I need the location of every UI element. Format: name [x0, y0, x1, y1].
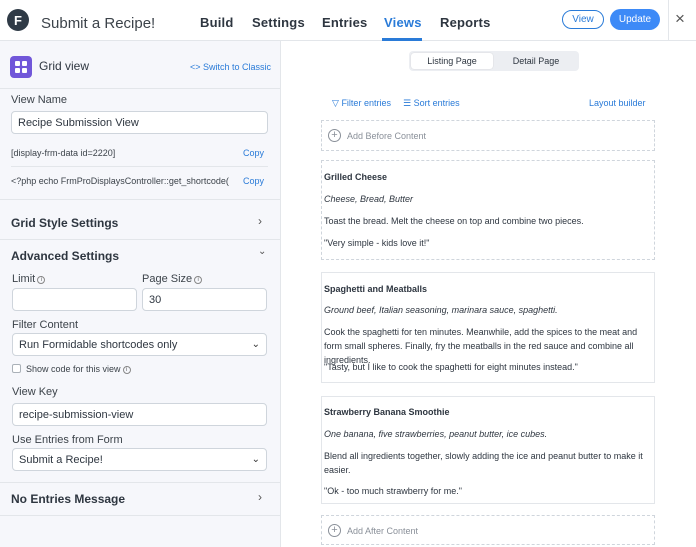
use-entries-value: Submit a Recipe!: [19, 453, 103, 466]
add-before-content-box[interactable]: + Add Before Content: [321, 120, 655, 151]
entry-card[interactable]: Spaghetti and Meatballs Ground beef, Ita…: [321, 272, 655, 383]
sort-icon: ☰: [403, 98, 412, 108]
chevron-down-icon: ⌄: [251, 339, 260, 350]
view-button[interactable]: View: [562, 10, 604, 29]
plus-circle-icon: +: [328, 129, 341, 142]
tab-entries[interactable]: Entries: [322, 15, 367, 30]
close-icon[interactable]: ×: [675, 10, 685, 27]
entry-card[interactable]: Strawberry Banana Smoothie One banana, f…: [321, 396, 655, 504]
filter-entries-label: Filter entries: [341, 98, 391, 108]
filter-content-label: Filter Content: [12, 319, 79, 331]
tab-views[interactable]: Views: [384, 15, 422, 30]
entry-ingredients: Ground beef, Italian seasoning, marinara…: [324, 305, 558, 315]
limit-label: Limit i: [12, 273, 46, 285]
topbar-divider: [668, 0, 669, 41]
divider: [0, 482, 280, 483]
sort-entries-link[interactable]: ☰ Sort entries: [403, 98, 460, 109]
entry-ingredients: One banana, five strawberries, peanut bu…: [324, 429, 548, 439]
chevron-down-icon: ⌄: [251, 454, 260, 465]
filter-icon: ▽: [332, 98, 339, 108]
add-after-content-label: Add After Content: [347, 525, 419, 536]
form-title: Submit a Recipe!: [41, 15, 156, 32]
view-key-label: View Key: [12, 386, 58, 398]
switch-to-classic-label: Switch to Classic: [203, 62, 272, 72]
tab-build[interactable]: Build: [200, 15, 234, 30]
tab-reports[interactable]: Reports: [440, 15, 491, 30]
top-bar: F Submit a Recipe! Build Settings Entrie…: [0, 0, 696, 41]
view-name-label: View Name: [11, 94, 68, 106]
layout-builder-link[interactable]: Layout builder: [589, 98, 646, 108]
divider: [0, 239, 280, 240]
no-entries-message-header[interactable]: No Entries Message: [11, 492, 125, 506]
divider: [0, 199, 280, 200]
formidable-logo-icon: F: [7, 9, 29, 31]
filter-entries-link[interactable]: ▽ Filter entries: [332, 98, 391, 109]
code-brackets-icon: <>: [190, 62, 201, 72]
limit-input[interactable]: [12, 288, 137, 311]
entry-title: Spaghetti and Meatballs: [324, 284, 428, 294]
filter-content-value: Run Formidable shortcodes only: [19, 338, 178, 351]
plus-circle-icon: +: [328, 524, 341, 537]
listing-page-tab[interactable]: Listing Page: [411, 53, 493, 69]
add-after-content-box[interactable]: + Add After Content: [321, 515, 655, 545]
sort-entries-label: Sort entries: [413, 98, 460, 108]
info-icon: i: [194, 276, 203, 284]
entry-comment: "Ok - too much strawberry for me.": [324, 486, 462, 496]
page-size-label: Page Size i: [142, 273, 203, 285]
entry-card[interactable]: Grilled Cheese Cheese, Bread, Butter Toa…: [321, 160, 655, 260]
use-entries-select[interactable]: Submit a Recipe! ⌄: [12, 448, 267, 471]
add-before-content-label: Add Before Content: [347, 130, 427, 141]
divider: [0, 515, 280, 516]
entry-ingredients: Cheese, Bread, Butter: [324, 194, 414, 204]
use-entries-label: Use Entries from Form: [12, 434, 123, 446]
entry-directions: Toast the bread. Melt the cheese on top …: [324, 216, 584, 226]
show-code-checkbox[interactable]: [12, 364, 21, 373]
show-code-label: Show code for this view i: [26, 364, 131, 374]
entry-comment: "Very simple - kids love it!": [324, 238, 430, 248]
advanced-settings-header[interactable]: Advanced Settings: [11, 249, 119, 263]
php-code-row: <?php echo FrmProDisplaysController::get…: [11, 176, 268, 186]
grid-view-icon: [10, 56, 32, 78]
entry-title: Grilled Cheese: [324, 172, 388, 182]
chevron-right-icon[interactable]: ›: [258, 214, 262, 228]
view-type-title: Grid view: [39, 59, 90, 73]
detail-page-tab[interactable]: Detail Page: [495, 53, 577, 69]
info-icon: i: [122, 366, 131, 374]
copy-php-button[interactable]: Copy: [243, 176, 264, 186]
divider: [0, 88, 280, 89]
switch-to-classic-link[interactable]: <> Switch to Classic: [190, 62, 271, 72]
entry-title: Strawberry Banana Smoothie: [324, 407, 450, 417]
view-settings-sidebar: Grid view <> Switch to Classic View Name…: [0, 41, 281, 547]
info-icon: i: [37, 276, 46, 284]
entry-comment: "Tasty, but I like to cook the spaghetti…: [324, 362, 578, 372]
page-toggle: Listing Page Detail Page: [409, 51, 579, 71]
shortcode-text: [display-frm-data id=2220]: [11, 148, 116, 158]
php-code-text: <?php echo FrmProDisplaysController::get…: [11, 176, 229, 186]
shortcode-row: [display-frm-data id=2220] Copy: [11, 148, 268, 158]
chevron-down-icon[interactable]: ⌄: [258, 246, 266, 257]
update-button[interactable]: Update: [610, 9, 660, 30]
chevron-right-icon[interactable]: ›: [258, 490, 262, 504]
filter-content-select[interactable]: Run Formidable shortcodes only ⌄: [12, 333, 267, 356]
layout-preview: Listing Page Detail Page ▽ Filter entrie…: [281, 41, 696, 547]
entry-directions: Blend all ingredients together, slowly a…: [324, 451, 643, 475]
copy-shortcode-button[interactable]: Copy: [243, 148, 264, 158]
view-name-input[interactable]: Recipe Submission View: [11, 111, 268, 134]
grid-style-settings-header[interactable]: Grid Style Settings: [11, 216, 118, 230]
view-key-input[interactable]: recipe-submission-view: [12, 403, 267, 426]
tab-settings[interactable]: Settings: [252, 15, 305, 30]
page-size-input[interactable]: 30: [142, 288, 267, 311]
divider: [11, 166, 268, 167]
